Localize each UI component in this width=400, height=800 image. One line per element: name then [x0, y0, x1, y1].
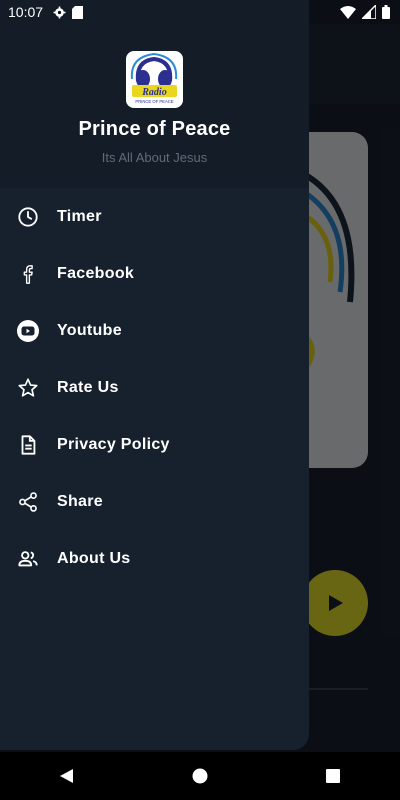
home-button[interactable] — [176, 752, 224, 800]
menu-item-label: Rate Us — [57, 378, 119, 396]
document-icon — [16, 433, 40, 457]
app-subtitle: Its All About Jesus — [101, 150, 208, 165]
menu-item-youtube[interactable]: Youtube — [0, 302, 309, 359]
menu-item-about-us[interactable]: About Us — [0, 530, 309, 587]
sd-card-icon — [72, 5, 84, 19]
menu-item-label: Privacy Policy — [57, 435, 170, 453]
menu-item-label: Timer — [57, 207, 102, 225]
menu-item-timer[interactable]: Timer — [0, 188, 309, 245]
menu-item-label: Facebook — [57, 264, 135, 282]
people-icon — [16, 547, 40, 571]
navigation-drawer: Radio PRINCE OF PEACE Prince of Peace It… — [0, 0, 309, 750]
app-logo: Radio PRINCE OF PEACE — [126, 51, 183, 108]
menu-item-label: About Us — [57, 549, 131, 567]
menu-item-rate-us[interactable]: Rate Us — [0, 359, 309, 416]
wifi-icon — [340, 5, 356, 19]
menu-item-label: Share — [57, 492, 103, 510]
signal-icon — [362, 5, 376, 19]
status-bar: 10:07 — [0, 0, 400, 24]
logo-subtext: PRINCE OF PEACE — [135, 99, 173, 104]
back-button[interactable] — [43, 752, 91, 800]
share-icon — [16, 490, 40, 514]
clock-icon — [16, 205, 40, 229]
status-time: 10:07 — [8, 4, 44, 20]
facebook-icon — [16, 262, 40, 286]
logo-text: Radio — [141, 87, 166, 98]
star-icon — [16, 376, 40, 400]
settings-icon — [53, 6, 66, 18]
recents-button[interactable] — [309, 752, 357, 800]
battery-icon — [382, 5, 390, 19]
menu-item-privacy-policy[interactable]: Privacy Policy — [0, 416, 309, 473]
menu-item-facebook[interactable]: Facebook — [0, 245, 309, 302]
drawer-menu: Timer Facebook Youtube Rate Us Privacy P… — [0, 188, 309, 587]
youtube-icon — [16, 319, 40, 343]
app-title: Prince of Peace — [78, 118, 231, 140]
recents-square-icon — [326, 769, 341, 783]
back-triangle-icon — [59, 769, 73, 783]
drawer-header: Radio PRINCE OF PEACE Prince of Peace It… — [0, 0, 309, 188]
home-circle-icon — [192, 768, 208, 784]
system-navigation-bar — [0, 752, 400, 800]
menu-item-share[interactable]: Share — [0, 473, 309, 530]
menu-item-label: Youtube — [57, 321, 122, 339]
